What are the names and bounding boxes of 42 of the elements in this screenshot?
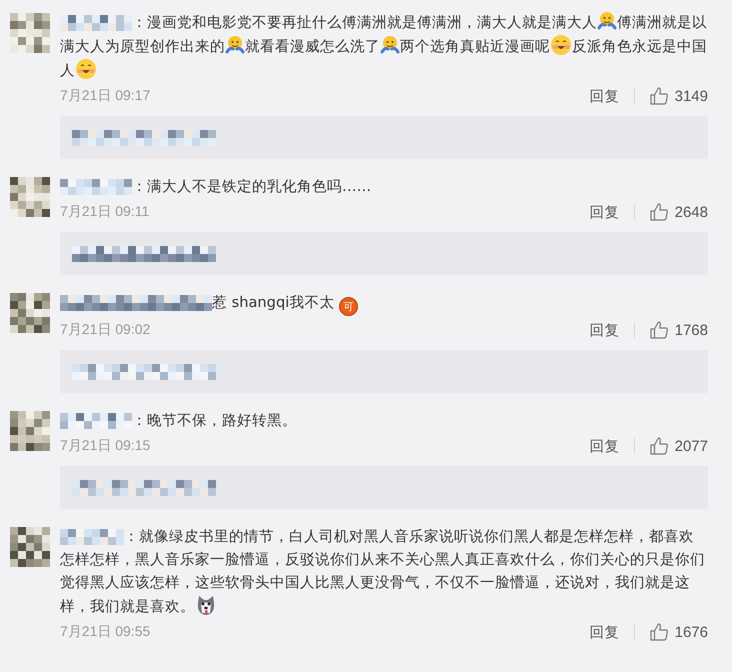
reply-link[interactable]: 回复	[590, 202, 620, 222]
pixelated-name	[60, 179, 132, 195]
like-count: 3149	[674, 88, 708, 104]
reply-link[interactable]: 回复	[590, 320, 620, 340]
pixelated-name	[60, 529, 124, 545]
comment-text: ：晚节不保，路好转黑。	[60, 409, 708, 432]
thumbs-up-icon[interactable]	[648, 436, 669, 456]
hugging-face-icon	[225, 35, 245, 55]
comment-text: 惹 shangqi我不太 可	[60, 291, 708, 316]
comment-date: 7月21日 09:15	[60, 437, 152, 455]
pixelated-name	[60, 15, 132, 31]
pixelated-avatar	[10, 527, 50, 567]
like-count: 1676	[674, 624, 708, 640]
like-count: 2648	[674, 204, 708, 220]
comment-text: ：满大人不是铁定的乳化角色吗……	[60, 175, 708, 198]
thumbs-up-icon[interactable]	[648, 622, 669, 642]
pixelated-name	[60, 413, 132, 429]
like-count: 1768	[674, 322, 708, 338]
comment-text: ：就像绿皮书里的情节，白人司机对黑人音乐家说听说你们黑人都是怎样怎样，都喜欢怎样怎样，黑人音乐家一脸懵逼，反驳说你们从来不关心黑人真正喜欢什么，你们关心的只是你们觉得黑人应该怎样，这些软骨头中国人比黑人更没骨气，不仅不一脸懵逼，还说对，我们就是这样，我们就是喜欢。	[60, 527, 706, 618]
sticker-icon: 可	[338, 297, 358, 316]
comment-date: 7月21日 09:17	[60, 87, 152, 105]
reply-link[interactable]: 回复	[590, 622, 620, 642]
reply-preview[interactable]	[60, 232, 708, 275]
pixelated-avatar	[10, 13, 50, 53]
thumbs-up-icon[interactable]	[648, 320, 669, 340]
comment-text: ：漫画党和电影党不要再扯什么傅满洲就是傅满洲，满大人就是满大人 傅满洲就是以满大人为原型创作出来的 就看看漫威怎么洗了 两个选角真贴近漫画呢 反派角色永远是中国人	[60, 11, 708, 82]
comment-date: 7月21日 09:02	[60, 321, 152, 339]
thumbs-up-icon[interactable]	[648, 86, 669, 106]
comment-date: 7月21日 09:11	[60, 203, 150, 221]
pixelated-avatar	[10, 411, 50, 451]
thumbs-up-icon[interactable]	[648, 202, 669, 222]
reply-link[interactable]: 回复	[590, 86, 620, 106]
husky-dog-icon	[195, 594, 217, 616]
reply-link[interactable]: 回复	[590, 436, 620, 456]
comment-date: 7月21日 09:55	[60, 623, 152, 641]
pixelated-avatar	[10, 177, 50, 217]
grinning-face-icon	[550, 34, 572, 56]
grinning-face-icon	[75, 58, 97, 80]
hugging-face-icon	[380, 35, 400, 55]
pixelated-avatar	[10, 293, 50, 333]
hugging-face-icon	[597, 11, 617, 31]
like-count: 2077	[674, 438, 708, 454]
